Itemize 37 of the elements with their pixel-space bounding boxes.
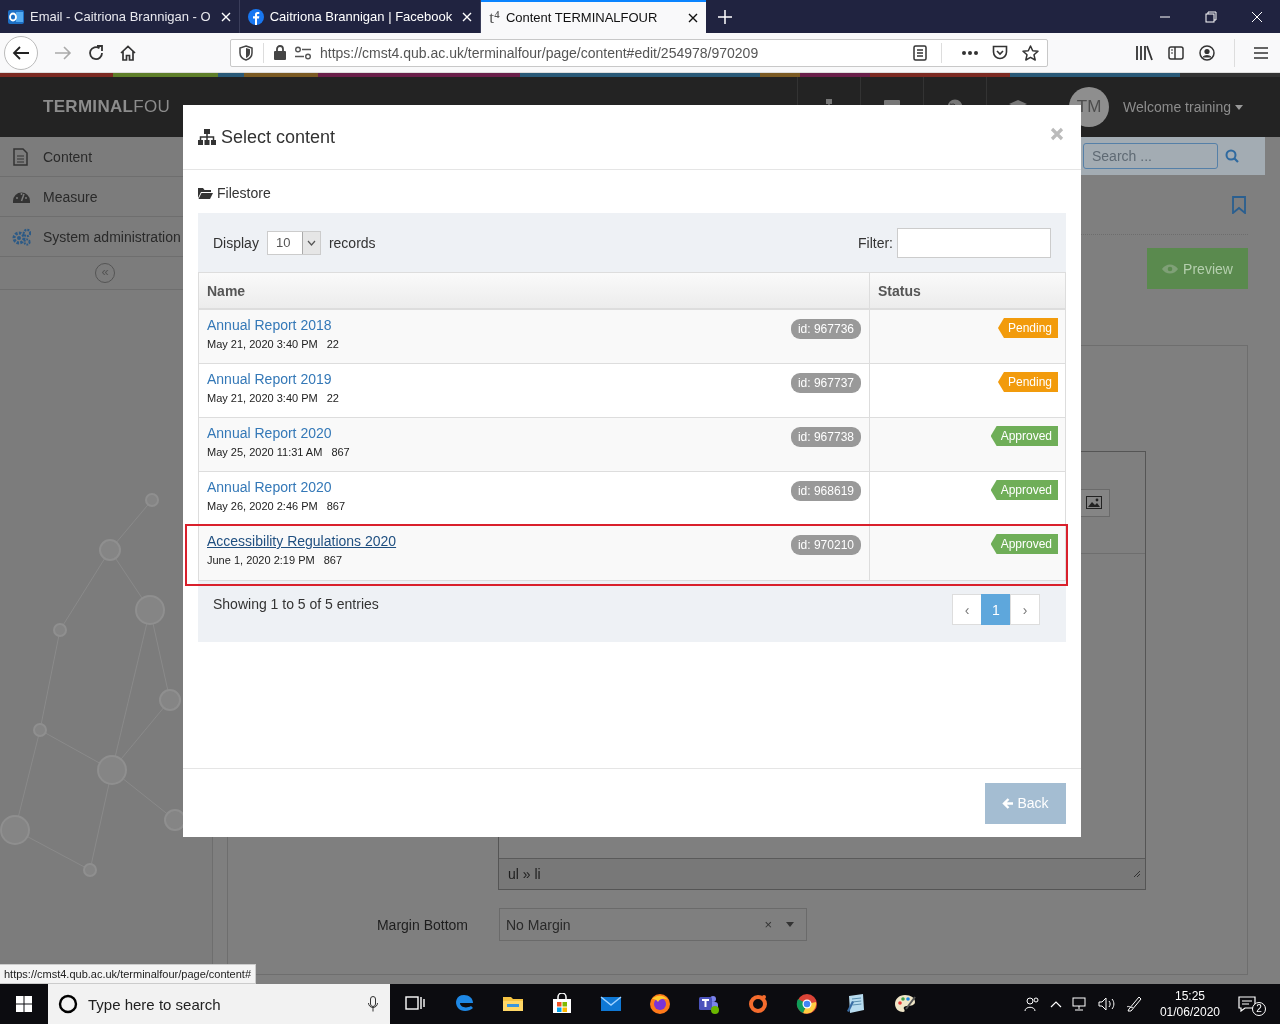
- date-text: May 25, 2020 11:31 AM: [207, 446, 323, 458]
- status-badge: Approved: [990, 426, 1058, 446]
- search-placeholder: Type here to search: [88, 995, 222, 1013]
- status-badge: Pending: [997, 372, 1058, 392]
- size-text: 22: [326, 338, 339, 350]
- field-label: Margin Bottom: [375, 916, 469, 933]
- logo-text: TERMINALFOU: [43, 97, 171, 117]
- id-badge: id: 968619: [790, 481, 861, 501]
- size-text: 867: [326, 500, 346, 512]
- records-label: records: [328, 234, 376, 251]
- date-text: May 21, 2020 3:40 PM: [207, 338, 318, 350]
- status-badge: Approved: [990, 534, 1058, 554]
- filter-label: Filter:: [858, 234, 893, 251]
- notification-count: 2: [1252, 1002, 1266, 1016]
- size-text: 867: [331, 446, 350, 458]
- status-badge: Approved: [990, 480, 1058, 500]
- id-badge: id: 967737: [790, 373, 861, 393]
- select-value: No Margin: [506, 916, 572, 933]
- element-path: ul » li: [508, 866, 541, 882]
- tab-title: Caitriona Brannigan | Facebook: [269, 9, 453, 24]
- display-label: Display: [213, 234, 259, 251]
- url-text: https://cmst4.qub.ac.uk/terminalfour/page/content#edit/254978/970209: [320, 44, 760, 61]
- date-text: May 26, 2020 2:46 PM: [207, 500, 318, 512]
- date-text: May 21, 2020 3:40 PM: [207, 392, 318, 404]
- tab-favicon: t⁴: [489, 9, 500, 26]
- size-text: 867: [323, 554, 342, 566]
- status-badge: Pending: [997, 318, 1058, 338]
- tab-title: Email - Caitriona Brannigan - O: [30, 9, 211, 24]
- link-preview: https://cmst4.qub.ac.uk/terminalfour/page/content#: [0, 964, 257, 984]
- size-text: 22: [326, 392, 339, 404]
- id-badge: id: 967736: [790, 319, 861, 339]
- id-badge: id: 967738: [790, 427, 861, 447]
- dialog-title: Select content: [221, 126, 337, 148]
- id-badge: id: 970210: [790, 535, 861, 555]
- date-text: June 1, 2020 2:19 PM: [207, 554, 315, 566]
- tab-title: Content TERMINALFOUR: [505, 10, 659, 25]
- entries-info: Showing 1 to 5 of 5 entries: [213, 596, 379, 612]
